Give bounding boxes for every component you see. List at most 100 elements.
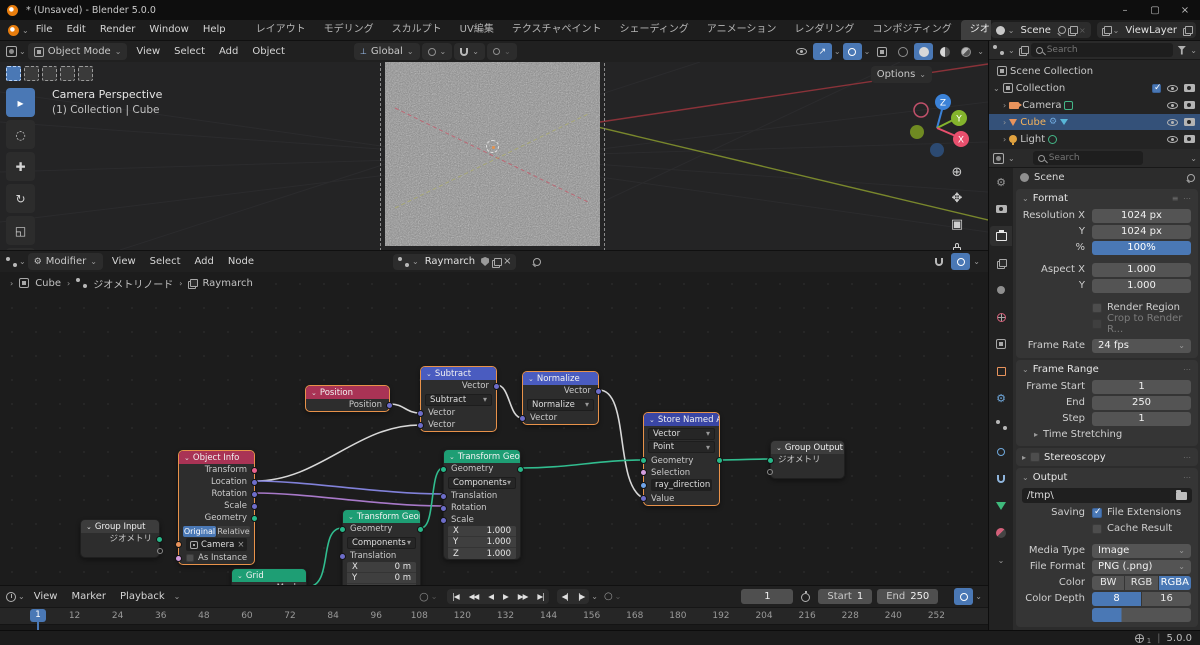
tab-world[interactable] (990, 307, 1012, 327)
tab-constraints[interactable] (990, 469, 1012, 489)
shading-solid-button[interactable] (914, 43, 933, 60)
vector-input-socket[interactable] (519, 415, 526, 422)
minimize-button[interactable]: – (1110, 0, 1140, 20)
hide-icon[interactable] (1167, 119, 1178, 126)
properties-search[interactable] (1033, 151, 1143, 165)
disable-render-icon[interactable] (1184, 135, 1195, 143)
menu-item[interactable]: Select (143, 256, 188, 267)
proportional-editing-dropdown[interactable]: ⌄ (487, 43, 517, 60)
new-viewlayer-icon[interactable] (1183, 26, 1191, 34)
output-path-field[interactable]: /tmp\ (1027, 490, 1172, 501)
workspace-tab[interactable]: シェーディング (610, 20, 697, 40)
outliner-row-scene-collection[interactable]: Scene Collection (989, 63, 1200, 79)
pivot-dropdown[interactable]: ⌄ (422, 43, 453, 60)
shading-material-button[interactable] (935, 43, 954, 60)
viewport-canvas[interactable]: ▸ ◌ ✚ ↻ ◱ ◎ Camera Perspective (1) Colle… (0, 62, 988, 250)
menu-item[interactable]: Edit (59, 20, 92, 40)
scale-z-field[interactable]: Z1.000 (448, 548, 516, 559)
menu-item[interactable]: View (105, 256, 143, 267)
media-type-dropdown[interactable]: Image⌄ (1092, 544, 1191, 558)
resolution-y-field[interactable]: 1024 px (1092, 225, 1191, 239)
node-transform-geometry-1[interactable]: ⌄Transform Geome... Geometry Components▾… (443, 449, 521, 560)
geometry-output-socket[interactable] (251, 515, 258, 522)
frame-forward-button[interactable]: |▶ (573, 589, 589, 604)
xray-toggle[interactable] (872, 43, 891, 60)
translation-y-field[interactable]: Y0 m (347, 573, 416, 584)
node-header[interactable]: ⌄Group Output (771, 441, 844, 454)
node-position[interactable]: ⌄Position Position (305, 385, 390, 412)
exclude-checkbox[interactable] (1152, 84, 1161, 93)
timeline-overlays-toggle[interactable] (954, 588, 973, 605)
color-mode-option[interactable]: RGB (1125, 576, 1157, 590)
node-header[interactable]: ⌄Transform Geome... (444, 450, 520, 463)
rotation-output-socket[interactable] (251, 491, 258, 498)
breadcrumb-modifier[interactable]: ジオメトリノード (93, 276, 173, 291)
next-keyframe-button[interactable]: ▶▶ (513, 589, 533, 604)
disable-render-icon[interactable] (1184, 118, 1195, 126)
node-group-selector[interactable]: ⌄ Raymarch × (393, 254, 516, 270)
node-header[interactable]: ⌄Subtract (421, 367, 496, 380)
frame-start-field[interactable]: 1 (1092, 380, 1191, 394)
geometry-input-socket[interactable] (339, 526, 346, 533)
node-header[interactable]: ⌄Transform Geome... (343, 510, 420, 523)
select-tweak-button[interactable] (6, 66, 21, 81)
translation-input-socket[interactable] (440, 493, 447, 500)
workspace-tab[interactable]: アニメーション (698, 20, 786, 40)
panel-header[interactable]: ⌄ Output ⋯ (1016, 468, 1198, 486)
breadcrumb-group[interactable]: Raymarch (202, 278, 252, 289)
viewlayer-selector[interactable]: ⌄ ViewLayer (1097, 22, 1196, 38)
render-region-checkbox[interactable] (1092, 303, 1102, 313)
object-field[interactable]: Camera × (186, 538, 247, 551)
node-group-input[interactable]: ⌄Group Input ジオメトリ (80, 519, 160, 558)
current-frame-field[interactable]: 1 (741, 589, 793, 604)
compression-slider[interactable] (1092, 608, 1191, 622)
file-format-dropdown[interactable]: PNG (.png)⌄ (1092, 560, 1191, 574)
tab-overflow[interactable]: ⌄ (990, 550, 1012, 570)
crop-checkbox[interactable] (1092, 319, 1102, 329)
color-mode-option[interactable]: BW (1092, 576, 1124, 590)
fake-user-icon[interactable] (481, 257, 489, 266)
scene-selector[interactable]: ⌄ Scene × (991, 22, 1091, 38)
select-lasso-button[interactable] (60, 66, 75, 81)
position-output-socket[interactable] (386, 402, 393, 409)
node-header[interactable]: ⌄Grid (232, 569, 306, 582)
hide-icon[interactable] (1167, 102, 1178, 109)
transform-output-socket[interactable] (251, 467, 258, 474)
menu-item[interactable]: Window (142, 20, 195, 40)
show-gizmo-toggle[interactable] (792, 43, 811, 60)
outliner-row-camera[interactable]: › Camera (989, 97, 1200, 113)
tab-collection[interactable] (990, 334, 1012, 354)
hide-icon[interactable] (1167, 136, 1178, 143)
menu-item[interactable]: View (27, 591, 65, 602)
resolution-x-field[interactable]: 1024 px (1092, 209, 1191, 223)
tab-material[interactable] (990, 523, 1012, 543)
node-editor-canvas[interactable]: › Cube › ジオメトリノード › Raymarch ⌄Group Inpu… (0, 272, 988, 585)
panel-header[interactable]: ⌄ Frame Range ⋯ (1016, 360, 1198, 378)
clear-object-icon[interactable]: × (237, 539, 244, 551)
color-depth-option[interactable]: 16 (1142, 592, 1191, 606)
tab-data[interactable] (990, 496, 1012, 516)
navigation-gizmo[interactable]: Z Y X (901, 88, 973, 160)
workspace-tab[interactable]: テクスチャペイント (503, 20, 611, 40)
node-normalize[interactable]: ⌄Normalize Vector Normalize▾ Vector (522, 371, 599, 425)
editor-type-3d-icon[interactable] (6, 46, 17, 57)
folder-icon[interactable] (1176, 492, 1187, 500)
outliner-search[interactable] (1031, 43, 1174, 57)
translation-x-field[interactable]: X0 m (347, 562, 416, 573)
aspect-y-field[interactable]: 1.000 (1092, 279, 1191, 293)
select-tool[interactable]: ▸ (6, 88, 35, 117)
node-header[interactable]: ⌄Store Named Attri... (644, 413, 719, 426)
scene-name[interactable]: Scene (1017, 25, 1054, 36)
value-input-socket[interactable] (640, 495, 647, 502)
move-tool[interactable]: ✚ (6, 152, 35, 181)
virtual-socket[interactable] (767, 469, 773, 475)
geometry-input-socket[interactable] (440, 466, 447, 473)
operation-dropdown[interactable]: Subtract▾ (425, 394, 492, 406)
original-button[interactable]: Original (183, 526, 216, 537)
color-mode-option[interactable]: RGBA (1159, 576, 1191, 590)
node-header[interactable]: ⌄Normalize (523, 372, 598, 385)
playhead[interactable]: 1 (30, 609, 46, 622)
menu-item[interactable]: File (29, 20, 60, 40)
data-type-dropdown[interactable]: Vector▾ (648, 428, 715, 440)
menu-item[interactable]: Marker (64, 591, 113, 602)
